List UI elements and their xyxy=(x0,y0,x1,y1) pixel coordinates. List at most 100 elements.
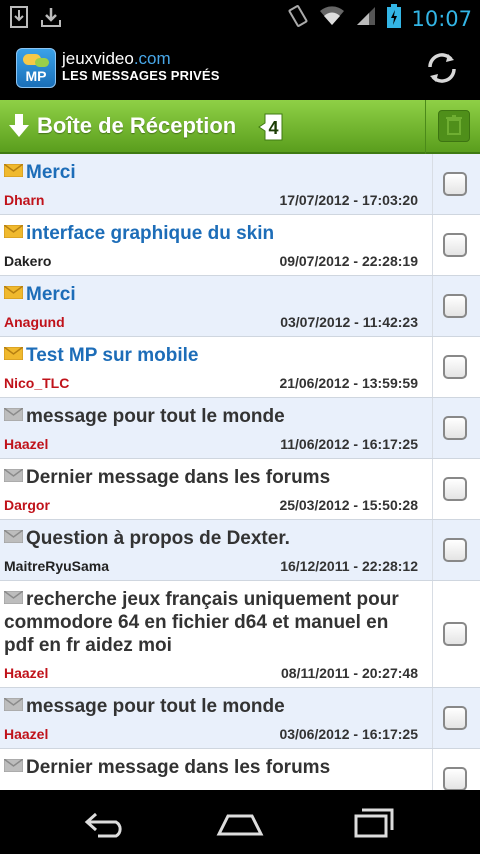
message-author: Haazel xyxy=(4,665,49,681)
message-content[interactable]: Question à propos de Dexter. MaitreRyuSam… xyxy=(0,520,430,580)
message-subject[interactable]: Test MP sur mobile xyxy=(3,343,422,367)
message-subject-text: message pour tout le monde xyxy=(26,406,285,427)
inbox-header: Boîte de Réception xyxy=(0,100,480,154)
message-date: 25/03/2012 - 15:50:28 xyxy=(279,497,418,513)
message-date: 03/07/2012 - 11:42:23 xyxy=(280,314,418,330)
message-select-checkbox[interactable] xyxy=(443,538,467,562)
message-subject-text: Merci xyxy=(26,162,76,183)
signal-icon xyxy=(355,5,377,32)
status-bar: 10:07 xyxy=(0,0,480,36)
brand: jeuxvideo.com LES MESSAGES PRIVÉS xyxy=(62,50,220,84)
envelope-unread-icon xyxy=(3,343,24,361)
refresh-icon[interactable] xyxy=(424,50,460,86)
message-row[interactable]: Dernier message dans les forums xyxy=(0,749,480,790)
message-author: Dharn xyxy=(4,192,45,208)
message-content[interactable]: Dernier message dans les forums Dargor 25/… xyxy=(0,459,430,519)
message-content[interactable]: Merci Anagund 03/07/2012 - 11:42:23 xyxy=(0,276,430,336)
message-row[interactable]: Test MP sur mobile Nico_TLC 21/06/2012 - 1… xyxy=(0,337,480,398)
message-subject[interactable]: message pour tout le monde xyxy=(3,694,422,718)
message-row[interactable]: message pour tout le monde Haazel 11/06/20… xyxy=(0,398,480,459)
navigation-bar xyxy=(0,790,480,854)
message-subject-text: message pour tout le monde xyxy=(26,696,285,717)
message-author: Haazel xyxy=(4,436,49,452)
message-subject[interactable]: Dernier message dans les forums xyxy=(3,465,422,489)
message-date: 11/06/2012 - 16:17:25 xyxy=(280,436,418,452)
clock: 10:07 xyxy=(411,6,472,31)
message-list[interactable]: Merci Dharn 17/07/2012 - 17:03:20 interface… xyxy=(0,154,480,790)
envelope-read-icon xyxy=(3,694,24,712)
message-subject[interactable]: Merci xyxy=(3,282,422,306)
envelope-unread-icon xyxy=(3,160,24,178)
message-subject-text: recherche jeux français uniquement pour … xyxy=(4,589,399,656)
logo-text: MP xyxy=(25,68,47,84)
message-date: 16/12/2011 - 22:28:12 xyxy=(280,558,418,574)
message-select-checkbox[interactable] xyxy=(443,477,467,501)
vibrate-icon xyxy=(287,4,309,33)
message-subject[interactable]: Dernier message dans les forums xyxy=(3,755,422,779)
envelope-read-icon xyxy=(3,587,24,605)
message-subject[interactable]: message pour tout le monde xyxy=(3,404,422,428)
trash-icon xyxy=(439,115,469,145)
message-author: MaitreRyuSama xyxy=(4,558,110,574)
envelope-read-icon xyxy=(3,526,24,544)
message-content[interactable]: message pour tout le monde Haazel 11/06/20… xyxy=(0,398,430,458)
recents-icon[interactable] xyxy=(350,806,398,838)
message-select-checkbox[interactable] xyxy=(443,622,467,646)
message-row[interactable]: recherche jeux français uniquement pour … xyxy=(0,581,480,688)
message-content[interactable]: interface graphique du skin Dakero 09/07/2… xyxy=(0,215,430,275)
site-name: jeuxvideo.com xyxy=(62,49,171,68)
home-icon[interactable] xyxy=(216,806,264,838)
message-content[interactable]: Test MP sur mobile Nico_TLC 21/06/2012 - 1… xyxy=(0,337,430,397)
message-select-checkbox[interactable] xyxy=(443,767,467,790)
message-row[interactable]: Merci Dharn 17/07/2012 - 17:03:20 xyxy=(0,154,480,215)
message-date: 09/07/2012 - 22:28:19 xyxy=(279,253,418,269)
message-author: Dakero xyxy=(4,253,52,269)
message-row[interactable]: Merci Anagund 03/07/2012 - 11:42:23 xyxy=(0,276,480,337)
app-subtitle: LES MESSAGES PRIVÉS xyxy=(62,68,220,83)
message-select-checkbox[interactable] xyxy=(443,355,467,379)
message-date: 03/06/2012 - 16:17:25 xyxy=(279,726,418,742)
message-row[interactable]: Dernier message dans les forums Dargor 25/… xyxy=(0,459,480,520)
message-subject-text: Question à propos de Dexter. xyxy=(26,528,290,549)
message-subject-text: interface graphique du skin xyxy=(26,223,275,244)
message-date: 17/07/2012 - 17:03:20 xyxy=(279,192,418,208)
message-author: Dargor xyxy=(4,497,50,513)
app-logo: MP xyxy=(16,48,56,88)
message-subject-text: Merci xyxy=(26,284,76,305)
message-subject-text: Dernier message dans les forums xyxy=(26,757,331,778)
message-author: Nico_TLC xyxy=(4,375,70,391)
envelope-unread-icon xyxy=(3,221,24,239)
message-author: Anagund xyxy=(4,314,65,330)
wifi-icon xyxy=(319,5,345,32)
message-content[interactable]: message pour tout le monde Haazel 03/06/20… xyxy=(0,688,430,748)
message-row[interactable]: Question à propos de Dexter. MaitreRyuSam… xyxy=(0,520,480,581)
unread-count: 4 xyxy=(268,118,278,138)
message-row[interactable]: interface graphique du skin Dakero 09/07/2… xyxy=(0,215,480,276)
message-subject[interactable]: Merci xyxy=(3,160,422,184)
message-select-checkbox[interactable] xyxy=(443,416,467,440)
message-select-checkbox[interactable] xyxy=(443,294,467,318)
message-content[interactable]: Dernier message dans les forums xyxy=(0,749,430,790)
message-select-checkbox[interactable] xyxy=(443,706,467,730)
arrow-down-icon xyxy=(8,112,30,140)
envelope-unread-icon xyxy=(3,282,24,300)
message-content[interactable]: Merci Dharn 17/07/2012 - 17:03:20 xyxy=(0,154,430,214)
unread-count-badge: 4 xyxy=(258,113,284,146)
message-row[interactable]: message pour tout le monde Haazel 03/06/20… xyxy=(0,688,480,749)
battery-charging-icon xyxy=(387,4,402,33)
message-subject[interactable]: recherche jeux français uniquement pour … xyxy=(3,587,422,657)
back-icon[interactable] xyxy=(82,806,130,838)
envelope-read-icon xyxy=(3,755,24,773)
envelope-read-icon xyxy=(3,465,24,483)
delete-button[interactable] xyxy=(438,110,470,142)
message-subject-text: Test MP sur mobile xyxy=(26,345,199,366)
message-select-checkbox[interactable] xyxy=(443,233,467,257)
message-subject[interactable]: interface graphique du skin xyxy=(3,221,422,245)
message-subject[interactable]: Question à propos de Dexter. xyxy=(3,526,422,550)
download-icon xyxy=(10,6,28,33)
inbox-title: Boîte de Réception xyxy=(37,113,237,138)
message-select-checkbox[interactable] xyxy=(443,172,467,196)
envelope-read-icon xyxy=(3,404,24,422)
message-content[interactable]: recherche jeux français uniquement pour … xyxy=(0,581,430,687)
message-date: 21/06/2012 - 13:59:59 xyxy=(279,375,418,391)
